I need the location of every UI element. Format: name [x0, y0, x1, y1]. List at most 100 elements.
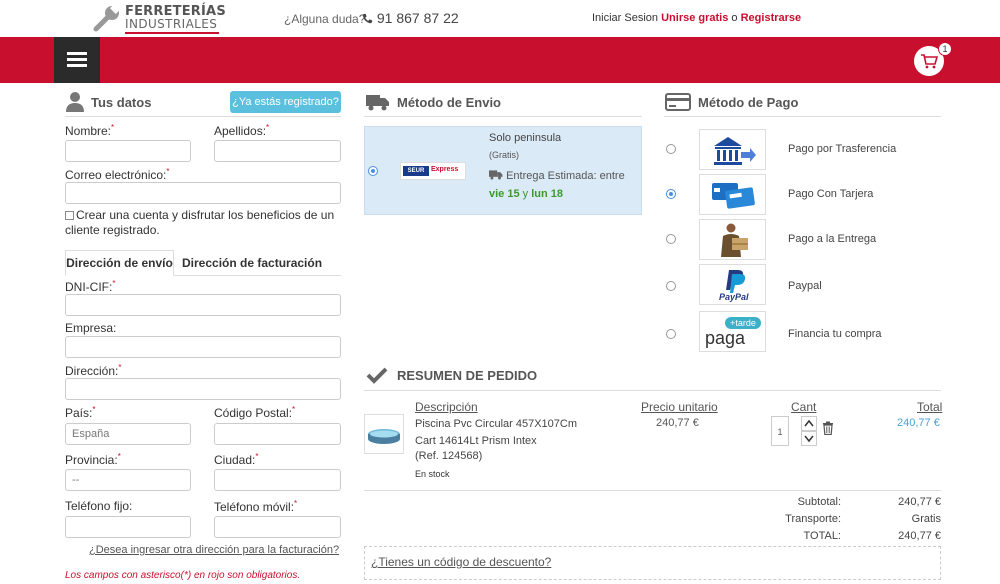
payment-card-icon — [665, 93, 691, 111]
site-logo[interactable]: FERRETERÍAS INDUSTRIALES — [92, 3, 227, 35]
dni-input[interactable] — [65, 294, 341, 316]
shipping-option-price: (Gratis) — [489, 150, 519, 160]
name-input[interactable] — [65, 140, 191, 162]
other-billing-address-link[interactable]: ¿Desea ingresar otra dirección para la f… — [89, 544, 339, 556]
auth-links: Iniciar Sesion Unirse gratis o Registrar… — [592, 12, 801, 24]
payment-section-title: Método de Pago — [698, 95, 799, 110]
payment-divider — [664, 116, 941, 117]
estimate-prefix: Entrega Estimada: entre — [506, 170, 625, 182]
dni-label: DNI-CIF:* — [65, 279, 116, 294]
payment-radio-paypal[interactable] — [666, 281, 676, 291]
create-account-checkbox[interactable] — [65, 211, 74, 220]
estimate-and: y — [522, 188, 529, 200]
col-unit-price[interactable]: Precio unitario — [641, 400, 718, 414]
payment-option-transfer[interactable] — [699, 129, 766, 170]
seur-logo: SEUR Express — [400, 162, 466, 180]
col-quantity[interactable]: Cant — [791, 400, 816, 414]
phone-text: 91 867 87 22 — [376, 10, 459, 26]
truck-icon — [366, 95, 389, 111]
country-select[interactable]: España — [65, 423, 191, 445]
tab-shipping-address[interactable]: Dirección de envío — [65, 250, 174, 276]
col-total[interactable]: Total — [917, 400, 942, 414]
cart-count-badge: 1 — [938, 42, 952, 56]
province-select[interactable]: -- — [65, 469, 191, 491]
postal-input[interactable] — [214, 423, 341, 445]
mobile-input[interactable] — [214, 516, 341, 538]
province-label: Provincia:* — [65, 452, 121, 467]
register-link[interactable]: Registrarse — [741, 12, 802, 24]
shipping-option-name: Solo peninsula — [489, 132, 562, 144]
city-label: Ciudad:* — [214, 452, 259, 467]
subtotal-label: Subtotal: — [797, 496, 841, 508]
seur-logo-text: SEUR — [403, 166, 429, 176]
trash-icon[interactable] — [822, 421, 834, 435]
quantity-stepper — [801, 416, 817, 446]
payment-option-delivery[interactable] — [699, 219, 766, 260]
total-label: TOTAL: — [803, 530, 842, 542]
shipping-radio-seur[interactable] — [368, 166, 378, 176]
checkmark-icon — [366, 367, 388, 384]
logo-text-bottom: INDUSTRIALES — [125, 17, 218, 31]
transport-label: Transporte: — [785, 513, 841, 525]
help-question: ¿Alguna duda? — [284, 12, 366, 26]
product-ref: (Ref. 124568) — [415, 450, 483, 462]
phone-icon — [362, 13, 373, 24]
postal-label-text: Código Postal: — [214, 406, 293, 420]
payment-label-finance: Financia tu compra — [788, 328, 882, 340]
pool-image-icon — [368, 429, 400, 444]
payment-radio-card[interactable] — [666, 189, 676, 199]
create-account-text: Crear una cuenta y disfrutar los benefic… — [65, 208, 335, 237]
email-input[interactable] — [65, 182, 341, 204]
tab-billing-address[interactable]: Dirección de facturación — [182, 256, 322, 270]
pagamastarde-icon: paga — [705, 328, 746, 348]
phone-number[interactable]: 91 867 87 22 — [362, 10, 459, 26]
product-thumbnail[interactable] — [364, 414, 404, 454]
total-value: 240,77 € — [898, 530, 941, 542]
payment-radio-finance[interactable] — [666, 329, 676, 339]
payment-option-finance[interactable]: +tarde paga — [699, 311, 766, 352]
product-stock: En stock — [415, 469, 450, 479]
phone-input[interactable] — [65, 516, 191, 538]
shipping-section-title: Método de Envio — [397, 95, 501, 110]
login-link[interactable]: Iniciar Sesion — [592, 12, 658, 24]
payment-option-paypal[interactable]: PayPal — [699, 264, 766, 305]
quantity-input[interactable]: 1 — [771, 416, 789, 446]
mobile-label-text: Teléfono móvil: — [214, 500, 295, 514]
or-text: o — [731, 12, 738, 24]
user-icon — [66, 92, 84, 112]
bank-transfer-icon — [714, 137, 756, 165]
chevron-up-icon[interactable] — [801, 416, 817, 431]
wrench-icon — [93, 4, 120, 32]
summary-divider — [364, 390, 941, 391]
join-link[interactable]: Unirse gratis — [661, 12, 728, 24]
menu-bar-2 — [67, 58, 87, 61]
product-name[interactable]: Piscina Pvc Circular 457X107Cm Cart 1461… — [415, 416, 595, 450]
phone-label: Teléfono fijo: — [65, 499, 133, 513]
address-label: Dirección:* — [65, 363, 122, 378]
address-input[interactable] — [65, 378, 341, 400]
delivery-estimate: Entrega Estimada: entre vie 15 y lun 18 — [489, 167, 639, 203]
payment-option-card[interactable] — [699, 174, 766, 215]
payment-label-paypal: Paypal — [788, 280, 822, 292]
payment-radio-transfer[interactable] — [666, 144, 676, 154]
hamburger-menu-button[interactable] — [54, 37, 100, 83]
surname-input[interactable] — [214, 140, 341, 162]
city-input[interactable] — [214, 469, 341, 491]
surname-label: Apellidos:* — [214, 123, 270, 138]
payment-radio-delivery[interactable] — [666, 234, 676, 244]
estimate-day-2: lun 18 — [531, 188, 564, 200]
already-registered-button[interactable]: ¿Ya estás registrado? — [230, 91, 341, 113]
discount-code-box: ¿Tienes un código de descuento? — [364, 546, 941, 580]
logo-underline — [125, 32, 219, 34]
totals-divider — [364, 490, 941, 491]
email-label-text: Correo electrónico: — [65, 168, 167, 182]
country-label: País:* — [65, 405, 96, 420]
create-account-option[interactable]: Crear una cuenta y disfrutar los benefic… — [65, 208, 335, 238]
discount-code-link[interactable]: ¿Tienes un código de descuento? — [371, 555, 551, 569]
col-description[interactable]: Descripción — [415, 400, 478, 414]
delivery-truck-icon — [489, 170, 503, 180]
chevron-down-icon[interactable] — [801, 431, 817, 446]
company-input[interactable] — [65, 336, 341, 358]
shipping-divider — [364, 116, 642, 117]
address-label-text: Dirección: — [65, 364, 119, 378]
